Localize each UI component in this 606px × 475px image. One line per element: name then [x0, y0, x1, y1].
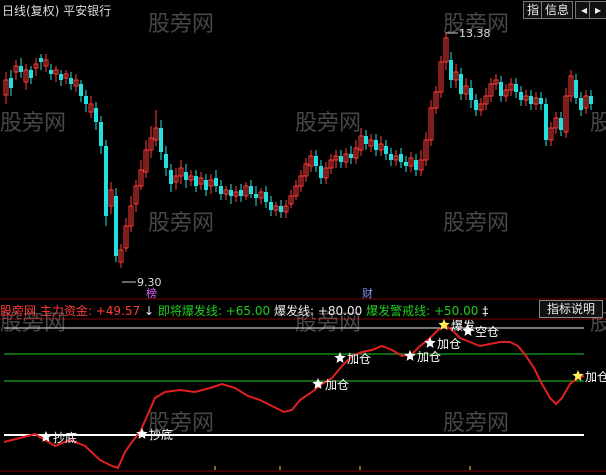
signal-label: 加仓 — [417, 350, 441, 364]
candle-body — [544, 104, 548, 140]
burst-line-value: +65.00 — [225, 304, 271, 318]
candle-body — [474, 100, 478, 110]
candle-body — [194, 176, 198, 186]
candle-body — [364, 136, 368, 144]
candle-body — [529, 96, 533, 104]
watermark: 股旁网 — [443, 211, 510, 236]
down-arrow-icon: ↓ — [143, 304, 155, 318]
blast-line-value: +80.00 — [317, 304, 363, 318]
candle-body — [349, 154, 353, 158]
candle-body — [239, 190, 243, 196]
candle-body — [384, 146, 388, 154]
candle-body — [499, 82, 503, 96]
warning-line-value: +50.00 — [433, 304, 479, 318]
candle-body — [539, 98, 543, 104]
candle-body — [414, 160, 418, 170]
candle-body — [519, 92, 523, 100]
candle-body — [574, 80, 578, 98]
candle-body — [169, 170, 173, 184]
signal-star-icon — [136, 428, 148, 439]
watermark: 股旁网 — [443, 411, 510, 436]
candle-body — [219, 186, 223, 194]
signal-label: 加仓 — [437, 337, 461, 351]
next-arrow-icon[interactable]: ▸ — [589, 1, 606, 19]
candle-body — [469, 88, 473, 100]
candle-body — [229, 190, 233, 196]
watermark: 股旁网 — [443, 12, 510, 37]
candle-body — [69, 78, 73, 84]
legend-tail: ‡ — [482, 304, 489, 318]
watermark: 股旁网 — [148, 12, 215, 37]
candle-body — [459, 74, 463, 94]
watermark: 股旁网 — [148, 211, 215, 236]
candle-body — [29, 70, 33, 78]
indicator-name: 股旁网 — [0, 304, 37, 318]
candle-body — [184, 172, 188, 180]
signal-star-icon — [572, 370, 584, 381]
signal-label: 加仓 — [325, 378, 349, 392]
candle-body — [114, 196, 118, 256]
indicator-help-button[interactable]: 指标说明 — [539, 300, 603, 318]
top-bar: 日线(复权) 平安银行 指 信息 ◂ ▸ — [0, 0, 606, 20]
signal-label: 加仓 — [585, 370, 606, 384]
candle-body — [164, 154, 168, 168]
candle-body — [579, 98, 583, 110]
indicator-button[interactable]: 指 — [523, 1, 544, 19]
candle-body — [339, 156, 343, 162]
main-fund-label: 主力资金: — [39, 304, 92, 318]
main-fund-curve — [3, 324, 585, 470]
watermark: 股旁网 — [295, 111, 362, 136]
candle-body — [59, 74, 63, 80]
indicator-legend: 股旁网 主力资金: +49.57 ↓ 即将爆发线: +65.00 爆发线: +8… — [0, 302, 606, 318]
candle-body — [374, 140, 378, 150]
window-title: 日线(复权) 平安银行 — [2, 4, 112, 18]
candle-body — [264, 192, 268, 202]
watermark: 股旁网 — [148, 411, 215, 436]
signal-label: 加仓 — [347, 352, 371, 366]
candle-body — [449, 60, 453, 80]
candle-body — [279, 206, 283, 212]
candle-body — [319, 166, 323, 178]
watermark: 股旁网 — [590, 111, 606, 136]
candle-body — [249, 186, 253, 194]
signal-label: 抄底 — [53, 430, 77, 445]
candle-body — [589, 96, 593, 104]
candle-body — [104, 146, 108, 216]
candle-body — [99, 122, 103, 146]
watermark: 股旁网 — [0, 111, 67, 136]
candle-body — [39, 58, 43, 62]
candle-body — [389, 154, 393, 160]
candle-body — [314, 156, 318, 166]
warning-line-label: 爆发警戒线: — [366, 304, 431, 318]
candle-body — [9, 78, 13, 88]
candle-body — [204, 180, 208, 190]
chart-canvas: 13.389.30榜 财抄底 抄底加仓加仓 加仓加仓爆发 空仓加仓 — [0, 27, 606, 472]
candle-body — [49, 70, 53, 74]
main-fund-value: +49.57 — [95, 304, 141, 318]
info-button[interactable]: 信息 — [541, 1, 574, 19]
candle-body — [404, 162, 408, 166]
candle-body — [254, 194, 258, 198]
candle-body — [214, 178, 218, 186]
event-marker: 榜 — [146, 286, 157, 300]
candle-body — [269, 202, 273, 210]
signal-label: 空仓 — [475, 325, 499, 339]
signal-star-icon — [424, 337, 436, 348]
candle-body — [399, 154, 403, 162]
blast-line-label: 爆发线: — [273, 304, 315, 318]
event-marker: 财 — [362, 286, 373, 300]
burst-line-label: 即将爆发线: — [157, 304, 222, 318]
candle-body — [19, 66, 23, 72]
candle-body — [94, 108, 98, 122]
candle-body — [559, 118, 563, 130]
candle-body — [159, 128, 163, 152]
candle-body — [84, 96, 88, 104]
candle-body — [514, 84, 518, 92]
candle-body — [79, 84, 83, 96]
